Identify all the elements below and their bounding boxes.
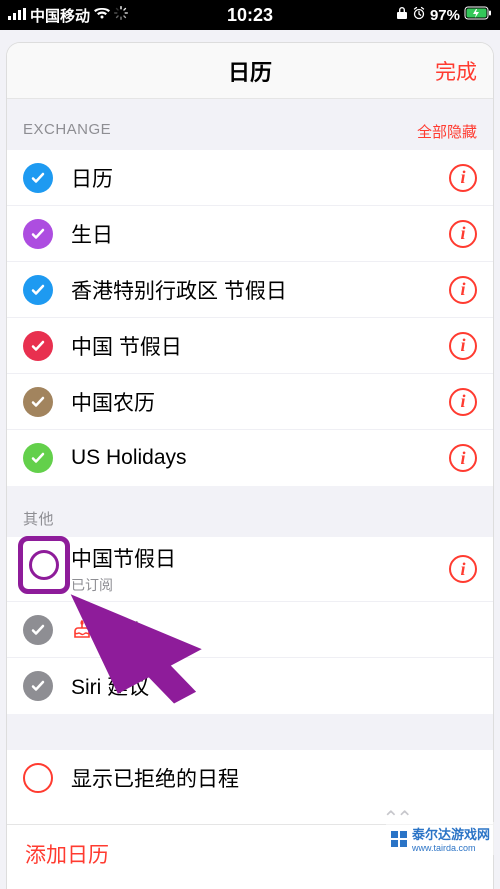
calendar-sheet: 日历 完成 EXCHANGE 全部隐藏 日历i生日i香港特别行政区 节假日i中国… (6, 42, 494, 889)
alarm-icon (412, 6, 426, 24)
calendar-row[interactable]: 生日 (7, 602, 493, 658)
status-left: 中国移动 (8, 5, 169, 26)
checkbox-checked[interactable] (23, 387, 53, 417)
calendar-row[interactable]: 日历i (7, 150, 493, 206)
info-icon[interactable]: i (449, 444, 477, 472)
nav-bar: 日历 完成 (7, 43, 493, 99)
add-calendar-label: 添加日历 (25, 844, 109, 867)
status-bar: 中国移动 10:23 97% (0, 0, 500, 30)
watermark-url: www.tairda.com (412, 843, 490, 853)
checkbox-checked[interactable] (23, 275, 53, 305)
other-list: 中国节假日已订阅i 生日 Siri 建议 (7, 537, 493, 714)
info-icon[interactable]: i (449, 388, 477, 416)
checkbox-checked[interactable] (23, 219, 53, 249)
row-label: 中国 节假日 (71, 331, 449, 361)
calendar-row[interactable]: 生日i (7, 206, 493, 262)
info-icon[interactable]: i (449, 164, 477, 192)
section-title: 其他 (23, 508, 54, 529)
checkbox-checked[interactable] (23, 331, 53, 361)
checkbox-empty[interactable] (23, 763, 53, 793)
battery-icon (464, 6, 492, 24)
carrier-label: 中国移动 (30, 5, 90, 26)
checkbox-checked[interactable] (23, 671, 53, 701)
done-button[interactable]: 完成 (435, 56, 477, 86)
loading-icon (114, 6, 128, 24)
row-label: 日历 (71, 163, 449, 193)
row-label: 生日 (71, 219, 449, 249)
checkbox-checked[interactable] (23, 163, 53, 193)
calendar-row[interactable]: 中国节假日已订阅i (7, 537, 493, 602)
row-label: US Holidays (71, 446, 449, 470)
row-label: 生日 (99, 615, 141, 645)
show-rejected-row[interactable]: 显示已拒绝的日程 (7, 750, 493, 806)
lock-icon (396, 6, 408, 24)
checkbox-checked[interactable] (23, 443, 53, 473)
info-icon[interactable]: i (449, 332, 477, 360)
page-title: 日历 (228, 55, 272, 87)
watermark: 泰尔达游戏网 www.tairda.com (386, 822, 494, 855)
info-icon[interactable]: i (449, 276, 477, 304)
row-label: Siri 建议 (71, 671, 149, 701)
rejected-list: 显示已拒绝的日程 (7, 750, 493, 806)
gap (7, 714, 493, 750)
calendar-row[interactable]: US Holidaysi (7, 430, 493, 486)
wifi-icon (94, 7, 110, 24)
watermark-logo-icon (390, 830, 408, 848)
checkbox-checked[interactable] (23, 615, 53, 645)
calendar-row[interactable]: 中国 节假日i (7, 318, 493, 374)
status-right: 97% (331, 6, 492, 24)
info-icon[interactable]: i (449, 220, 477, 248)
hide-all-button[interactable]: 全部隐藏 (417, 121, 477, 142)
row-sub: 已订阅 (71, 575, 449, 595)
birthday-icon (71, 619, 93, 641)
row-label: 中国农历 (71, 387, 449, 417)
watermark-text: 泰尔达游戏网 (412, 824, 490, 843)
status-time: 10:23 (169, 5, 330, 26)
info-icon[interactable]: i (449, 555, 477, 583)
section-title: EXCHANGE (23, 121, 111, 142)
calendar-row[interactable]: Siri 建议 (7, 658, 493, 714)
section-header-other: 其他 (7, 486, 493, 537)
signal-icon (8, 7, 26, 24)
exchange-list: 日历i生日i香港特别行政区 节假日i中国 节假日i中国农历iUS Holiday… (7, 150, 493, 486)
row-label: 显示已拒绝的日程 (71, 763, 477, 793)
row-label: 香港特别行政区 节假日 (71, 275, 449, 305)
battery-label: 97% (430, 7, 460, 24)
section-header-exchange: EXCHANGE 全部隐藏 (7, 99, 493, 150)
calendar-row[interactable]: 香港特别行政区 节假日i (7, 262, 493, 318)
row-label: 中国节假日 (71, 543, 176, 573)
calendar-row[interactable]: 中国农历i (7, 374, 493, 430)
